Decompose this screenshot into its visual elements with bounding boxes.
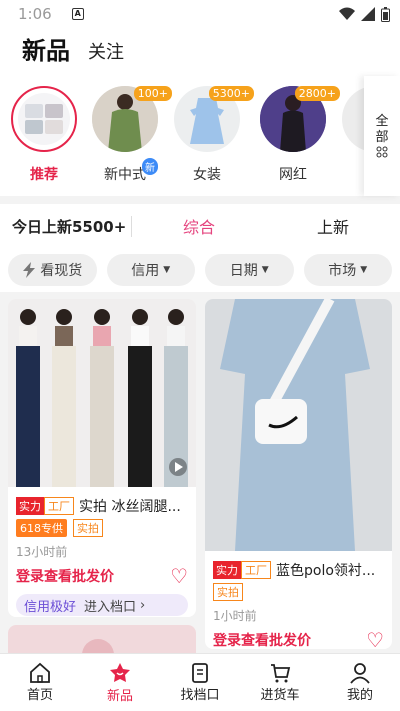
nav-find-label: 找档口	[180, 688, 220, 703]
caret-down-icon: ▼	[261, 265, 269, 275]
nav-find-shop[interactable]: 找档口	[160, 654, 240, 711]
nav-new-label: 新品	[106, 689, 133, 704]
models-photo	[8, 299, 196, 487]
nav-home-label: 首页	[26, 688, 53, 703]
credit-filter-label: 信用	[131, 263, 160, 279]
login-price-link[interactable]: 登录查看批发价	[16, 566, 114, 586]
product-card[interactable]: 实力 工厂 蓝色polo领衬... 实拍 1小时前 登录查看批发价 ♡	[205, 299, 392, 649]
factory-tag: 工厂	[241, 561, 271, 579]
market-filter[interactable]: 市场 ▼	[303, 254, 392, 286]
sim-icon: A	[71, 8, 84, 20]
category-avatar: 100+	[92, 86, 172, 152]
status-bar: 1:06 A	[0, 0, 400, 28]
nav-home[interactable]: 首页	[0, 654, 80, 711]
category-avatar: 2800+	[260, 86, 340, 152]
caret-down-icon: ▼	[163, 265, 171, 275]
sort-comprehensive[interactable]: 综合	[132, 214, 266, 238]
category-influencer[interactable]: 2800+ 网红	[258, 86, 340, 184]
category-label: 女装	[193, 167, 221, 183]
new-bag-icon	[110, 663, 130, 682]
category-label: 网红	[279, 167, 307, 183]
favorite-heart-icon[interactable]: ♡	[170, 564, 188, 588]
stock-filter-label: 看现货	[40, 263, 83, 279]
category-recommend[interactable]: 推荐	[9, 86, 79, 184]
product-image[interactable]	[205, 299, 392, 551]
category-count-badge: 2800+	[294, 86, 340, 101]
category-women[interactable]: 5300+ 女装	[172, 86, 254, 184]
category-label: 推荐	[30, 167, 58, 183]
filter-bar: 看现货 信用 ▼ 日期 ▼ 市场 ▼	[0, 248, 400, 292]
all-categories-button[interactable]: 全 部	[364, 76, 400, 196]
signal-icon	[361, 7, 375, 21]
tag-row: 618专供 实拍	[8, 519, 196, 537]
product-card[interactable]: 实力 工厂 实拍 冰丝阔腿... 618专供 实拍 13小时前 登录查看批发价 …	[8, 299, 196, 617]
product-image[interactable]	[8, 299, 196, 487]
document-icon	[192, 663, 208, 683]
lightning-icon	[23, 262, 36, 278]
nav-me[interactable]: 我的	[320, 654, 400, 711]
bottom-nav: 首页 新品 找档口 进货车 我的	[0, 653, 400, 711]
nav-cart-label: 进货车	[260, 688, 300, 703]
category-new-chinese[interactable]: 100+ 新 新中式	[90, 86, 172, 184]
price-row: 登录查看批发价 ♡	[205, 628, 392, 649]
nav-me-label: 我的	[346, 688, 373, 703]
tag-row: 实拍	[205, 583, 392, 601]
caret-down-icon: ▼	[360, 265, 368, 275]
enter-shop-label: 进入档口	[84, 599, 137, 615]
date-filter-label: 日期	[229, 263, 258, 279]
post-time: 1小时前	[213, 609, 257, 623]
promo-tag: 618专供	[16, 519, 67, 537]
product-title: 蓝色polo领衬...	[276, 563, 376, 579]
shop-entry[interactable]: 信用极好 进入档口 ›	[16, 594, 188, 616]
post-time: 13小时前	[16, 545, 68, 559]
sort-bar: 今日上新5500+ 综合 上新	[0, 204, 400, 248]
tab-follow[interactable]: 关注	[88, 38, 124, 66]
product-title-row: 实力 工厂 蓝色polo领衬...	[205, 559, 392, 581]
grid-icon	[376, 146, 388, 158]
category-count-badge: 5300+	[208, 86, 254, 101]
real-shot-tag: 实拍	[73, 519, 103, 537]
wifi-icon	[339, 7, 355, 20]
credit-filter[interactable]: 信用 ▼	[106, 254, 195, 286]
all-label-2: 部	[375, 130, 389, 145]
home-icon	[30, 662, 50, 683]
new-badge: 新	[142, 158, 158, 175]
today-new-count: 今日上新5500+	[0, 215, 132, 237]
real-shot-tag: 实拍	[213, 583, 243, 601]
market-filter-label: 市场	[328, 263, 357, 279]
product-title-row: 实力 工厂 实拍 冰丝阔腿...	[8, 495, 196, 517]
price-row: 登录查看批发价 ♡	[8, 564, 196, 588]
category-avatar	[11, 86, 77, 152]
tab-new[interactable]: 新品	[22, 31, 70, 66]
cart-icon	[271, 664, 291, 683]
dress-photo	[205, 299, 392, 551]
credit-rating: 信用极好	[24, 599, 77, 615]
date-filter[interactable]: 日期 ▼	[205, 254, 294, 286]
strength-tag: 实力	[213, 561, 241, 579]
clock: 1:06	[18, 5, 52, 23]
sort-newest[interactable]: 上新	[266, 214, 400, 238]
favorite-heart-icon[interactable]: ♡	[366, 628, 384, 649]
category-count-badge: 100+	[133, 86, 172, 101]
factory-tag: 工厂	[44, 497, 74, 515]
category-avatar: 5300+	[174, 86, 254, 152]
chevron-right-icon: ›	[140, 597, 146, 613]
stock-filter[interactable]: 看现货	[8, 254, 97, 286]
product-title: 实拍 冰丝阔腿...	[79, 499, 181, 515]
collage-image	[18, 93, 70, 145]
battery-icon	[381, 6, 390, 22]
category-row: 推荐 100+ 新 新中式 5300+ 女装 2800+ 网红 全 部	[0, 76, 400, 196]
nav-new[interactable]: 新品	[80, 654, 160, 711]
login-price-link[interactable]: 登录查看批发价	[213, 630, 311, 649]
top-tabs: 新品 关注	[0, 28, 400, 76]
strength-tag: 实力	[16, 497, 44, 515]
user-icon	[350, 663, 370, 684]
all-label-1: 全	[375, 114, 389, 129]
nav-cart[interactable]: 进货车	[240, 654, 320, 711]
